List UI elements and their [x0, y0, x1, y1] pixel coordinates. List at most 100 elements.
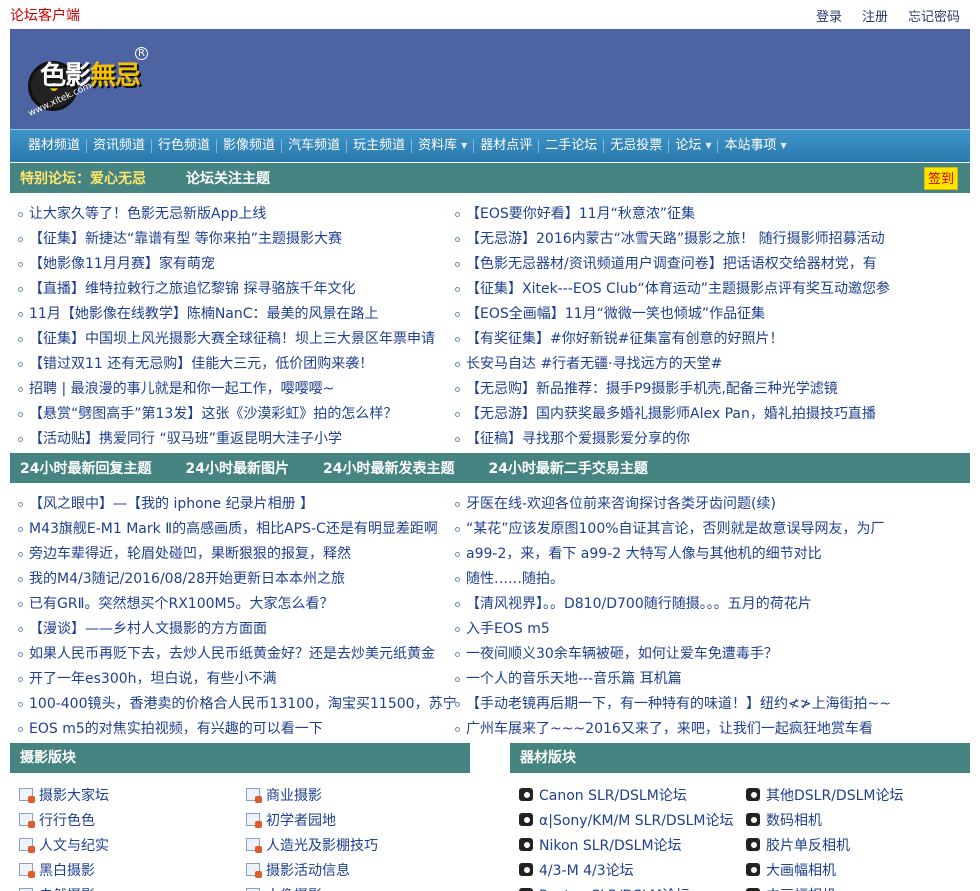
- forum-link[interactable]: α|Sony/KM/M SLR/DSLM论坛: [519, 807, 733, 832]
- forum-link[interactable]: 中画幅相机: [746, 882, 836, 891]
- latest-tab[interactable]: 24小时最新图片: [185, 458, 288, 478]
- topic-link[interactable]: 我的M4/3随记/2016/08/28开始更新日本本州之旅: [18, 567, 468, 592]
- topic-link[interactable]: 随性……随拍。: [455, 567, 960, 592]
- topic-link[interactable]: 【手动老镜再后期一下，有一种特有的味道！】纽约≮≯上海街拍~~: [455, 692, 960, 717]
- forum-link[interactable]: 摄影活动信息: [246, 857, 350, 882]
- topic-link[interactable]: 【无忌购】新品推荐：摄手P9摄影手机壳,配备三种光学滤镜: [455, 377, 960, 402]
- nav-item[interactable]: 无忌投票: [604, 139, 670, 153]
- nav-item-label: 资料库: [418, 138, 458, 153]
- forum-link[interactable]: Pentax SLR/DSLM论坛: [519, 882, 690, 891]
- forum-link[interactable]: 摄影大家坛: [19, 782, 109, 807]
- topic-link[interactable]: 【悬赏“劈图高手”第13发】这张《沙漠彩虹》拍的怎么样？: [18, 402, 468, 427]
- topic-link[interactable]: 11月【她影像在线教学】陈楠NanC：最美的风景在路上: [18, 302, 468, 327]
- topic-link[interactable]: 【清风视界】。。D810/D700随行随摄。。。五月的荷花片: [455, 592, 960, 617]
- register-link[interactable]: 注册: [862, 6, 888, 25]
- nav-item[interactable]: 器材频道: [22, 139, 88, 153]
- forum-link[interactable]: 初学者园地: [246, 807, 336, 832]
- topic-title: 随性……随拍。: [466, 571, 564, 587]
- forum-link[interactable]: 4/3-M 4/3论坛: [519, 857, 634, 882]
- topic-link[interactable]: EOS m5的对焦实拍视频，有兴趣的可以看一下: [18, 717, 468, 742]
- topic-link[interactable]: 【直播】维特拉敕行之旅追忆黎锦 探寻骆族千年文化: [18, 277, 468, 302]
- topic-link[interactable]: 如果人民币再贬下去，去炒人民币纸黄金好？还是去炒美元纸黄金: [18, 642, 468, 667]
- forum-page-icon: [19, 838, 35, 853]
- topic-link[interactable]: a99-2，来，看下 a99-2 大特写人像与其他机的细节对比: [455, 542, 960, 567]
- topic-link[interactable]: 【有奖征集】#你好新锐#征集富有创意的好照片！: [455, 327, 960, 352]
- latest-tab[interactable]: 24小时最新回复主题: [20, 458, 151, 478]
- special-forum-link[interactable]: 特别论坛：爱心无忌: [20, 168, 146, 188]
- topic-link[interactable]: 【色影无忌器材/资讯频道用户调查问卷】把话语权交给器材党，有: [455, 252, 960, 277]
- forum-link[interactable]: 其他DSLR/DSLM论坛: [746, 782, 903, 807]
- featured-bar: 特别论坛：爱心无忌 论坛关注主题 签到: [10, 163, 970, 193]
- latest-tab[interactable]: 24小时最新发表主题: [323, 458, 454, 478]
- nav-item[interactable]: 资讯频道: [87, 139, 153, 153]
- forum-link[interactable]: 商业摄影: [246, 782, 322, 807]
- topic-link[interactable]: 【征集】新捷达“靠谱有型 等你来拍”主题摄影大赛: [18, 227, 468, 252]
- topic-link[interactable]: 【征集】Xitek---EOS Club“体育运动”主题摄影点评有奖互动邀您参: [455, 277, 960, 302]
- topic-link[interactable]: 广州车展来了~~~2016又来了，来吧，让我们一起疯狂地赏车看: [455, 717, 960, 742]
- topic-link[interactable]: 【EOS要你好看】11月“秋意浓”征集: [455, 202, 960, 227]
- forum-link[interactable]: 行行色色: [19, 807, 95, 832]
- topic-link[interactable]: 让大家久等了！色影无忌新版App上线: [18, 202, 468, 227]
- bullet-icon: [18, 502, 23, 507]
- nav-item[interactable]: 器材点评: [474, 139, 540, 153]
- topic-link[interactable]: 已有GRⅡ。突然想买个RX100M5。大家怎么看？: [18, 592, 468, 617]
- topic-link[interactable]: 入手EOS m5: [455, 617, 960, 642]
- forum-link[interactable]: 黑白摄影: [19, 857, 95, 882]
- nav-item-label: 汽车频道: [288, 138, 341, 153]
- forum-name: 数码相机: [766, 812, 822, 829]
- forum-link[interactable]: Nikon SLR/DSLM论坛: [519, 832, 682, 857]
- topic-link[interactable]: 长安马自达 #行者无疆·寻找远方的天堂#: [455, 352, 960, 377]
- topic-link[interactable]: 【无忌游】2016内蒙古“冰雪天路”摄影之旅！ 随行摄影师招募活动: [455, 227, 960, 252]
- forum-link[interactable]: 数码相机: [746, 807, 822, 832]
- topic-link[interactable]: M43旗舰E-M1 Mark Ⅱ的高感画质，相比APS-C还是有明显差距啊: [18, 517, 468, 542]
- site-banner: 色影無忌 www.xitek.com R: [10, 29, 970, 129]
- forum-link[interactable]: 大画幅相机: [746, 857, 836, 882]
- topic-title: 【她影像11月月赛】家有萌宠: [29, 256, 215, 272]
- topic-link[interactable]: 一夜间顺义30余车辆被砸，如何让爱车免遭毒手？: [455, 642, 960, 667]
- forum-link[interactable]: 人文与纪实: [19, 832, 109, 857]
- topic-title: 【无忌购】新品推荐：摄手P9摄影手机壳,配备三种光学滤镜: [466, 381, 838, 397]
- nav-item[interactable]: 汽车频道: [282, 138, 348, 153]
- forum-client-link[interactable]: 论坛客户端: [10, 5, 80, 25]
- gear-section-title: 器材版块: [510, 743, 970, 773]
- nav-item[interactable]: 玩主频道: [347, 139, 413, 153]
- bullet-icon: [455, 387, 460, 392]
- topic-link[interactable]: 【活动贴】携爱同行 “驭马班”重返昆明大洼子小学: [18, 427, 468, 452]
- bullet-icon: [18, 527, 23, 532]
- nav-item[interactable]: 行色频道: [152, 139, 218, 153]
- bullet-icon: [18, 237, 23, 242]
- forum-link[interactable]: 人造光及影棚技巧: [246, 832, 378, 857]
- nav-item[interactable]: 影像频道: [217, 139, 283, 153]
- forum-link[interactable]: 人像摄影: [246, 882, 322, 891]
- topic-link[interactable]: 一个人的音乐天地---音乐篇 耳机篇: [455, 667, 960, 692]
- topic-link[interactable]: 开了一年es300h，坦白说，有些小不满: [18, 667, 468, 692]
- topic-link[interactable]: 牙医在线-欢迎各位前来咨询探讨各类牙齿问题(续): [455, 492, 960, 517]
- topic-link[interactable]: 【征稿】寻找那个爱摄影爱分享的你: [455, 427, 960, 452]
- forgot-password-link[interactable]: 忘记密码: [908, 6, 960, 25]
- topic-link[interactable]: 【无忌游】国内获奖最多婚礼摄影师Alex Pan，婚礼拍摄技巧直播: [455, 402, 960, 427]
- forum-link[interactable]: Canon SLR/DSLM论坛: [519, 782, 687, 807]
- login-link[interactable]: 登录: [816, 6, 842, 25]
- topic-link[interactable]: 招聘 | 最浪漫的事儿就是和你一起工作，嘤嘤嘤~: [18, 377, 468, 402]
- topic-link[interactable]: 【她影像11月月赛】家有萌宠: [18, 252, 468, 277]
- topic-link[interactable]: 【风之眼中】—【我的 iphone 纪录片相册 】: [18, 492, 468, 517]
- topic-link[interactable]: 【EOS全画幅】11月“微微一笑也倾城”作品征集: [455, 302, 960, 327]
- topic-link[interactable]: 【漫谈】——乡村人文摄影的方方面面: [18, 617, 468, 642]
- nav-item[interactable]: 资料库 ▼: [412, 138, 475, 153]
- forum-link[interactable]: 胶片单反相机: [746, 832, 850, 857]
- forum-page-icon: [19, 863, 35, 878]
- topic-link[interactable]: 【征集】中国坝上风光摄影大赛全球征稿！坝上三大景区年票申请: [18, 327, 468, 352]
- nav-item[interactable]: 论坛 ▼: [669, 139, 719, 153]
- site-logo[interactable]: 色影無忌 www.xitek.com R: [26, 47, 150, 119]
- topic-title: M43旗舰E-M1 Mark Ⅱ的高感画质，相比APS-C还是有明显差距啊: [29, 521, 438, 537]
- topic-link[interactable]: 旁边车辈得近，轮眉处碰凹，果断狠狠的报复，释然: [18, 542, 468, 567]
- topic-link[interactable]: 【错过双11 还有无忌购】佳能大三元，低价团购来袭！: [18, 352, 468, 377]
- topic-link[interactable]: 100-400镜头，香港卖的价格合人民币13100，淘宝买11500，苏宁: [18, 692, 468, 717]
- nav-item[interactable]: 二手论坛: [539, 139, 605, 153]
- topic-title: 【征稿】寻找那个爱摄影爱分享的你: [466, 431, 690, 447]
- forum-link[interactable]: 自然摄影: [19, 882, 95, 891]
- nav-item[interactable]: 本站事项 ▼: [718, 139, 792, 153]
- topic-link[interactable]: “某花”应该发原图100%自证其言论，否则就是故意误导网友，为厂: [455, 517, 960, 542]
- signin-button[interactable]: 签到: [924, 167, 958, 190]
- latest-tab[interactable]: 24小时最新二手交易主题: [488, 458, 647, 478]
